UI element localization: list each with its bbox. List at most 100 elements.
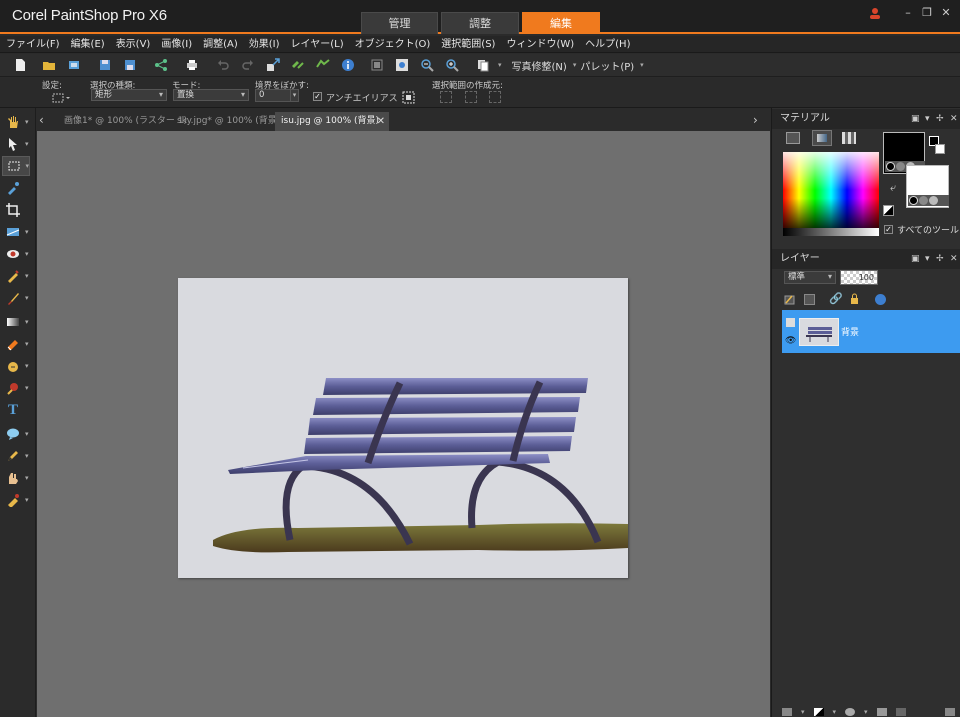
palette-menu[interactable]: パレット(P) [580, 58, 634, 73]
close-materials-icon[interactable]: ✕ [950, 109, 958, 129]
adjustment-dropdown-icon[interactable]: ▾ [833, 708, 837, 716]
select-all-icon[interactable] [402, 91, 415, 104]
pan-tool[interactable]: ▾ [2, 112, 30, 132]
copy-icon[interactable] [473, 56, 493, 74]
layer-properties-icon[interactable] [945, 707, 955, 716]
mask-layer-icon[interactable] [845, 707, 856, 716]
mini-bg-swatch[interactable] [935, 144, 945, 154]
delete-layer-icon[interactable] [895, 707, 906, 716]
new-raster-layer-icon[interactable] [784, 294, 796, 305]
canvas-image-bench[interactable] [178, 278, 628, 578]
pen-tool[interactable]: ▾ [2, 446, 30, 466]
menu-edit[interactable]: 編集(E) [65, 36, 110, 53]
restore-icon[interactable]: ❐ [919, 6, 935, 20]
zoom-out-icon[interactable] [417, 56, 437, 74]
new-file-icon[interactable] [10, 56, 30, 74]
menu-image[interactable]: 画像(I) [155, 36, 197, 53]
tab-scroll-left-icon[interactable]: ‹ [39, 113, 51, 127]
selection-type-dropdown[interactable]: 矩形 [91, 89, 167, 101]
tab-scroll-right-icon[interactable]: › [753, 113, 765, 127]
adjustment-layer-icon[interactable] [813, 707, 824, 716]
rainbow-tab-icon[interactable] [812, 130, 832, 146]
from-channel-icon[interactable] [465, 91, 477, 103]
eraser-tool[interactable]: ▾ [2, 334, 30, 354]
paintbrush-tool[interactable]: ▾ [2, 288, 30, 308]
duplicate-layer-icon[interactable] [876, 707, 887, 716]
all-tools-checkbox[interactable]: ✓ [884, 225, 893, 234]
link-icon[interactable]: 🔗 [829, 292, 843, 305]
layer-row-background[interactable]: 👁 背景 [782, 310, 960, 353]
panel-dropdown-icon[interactable]: ▾ [925, 109, 930, 129]
menu-window[interactable]: ウィンドウ(W) [500, 36, 579, 53]
feather-input[interactable]: 0 ▾ [255, 89, 299, 102]
fit-window-icon[interactable] [392, 56, 412, 74]
doc-tab-isu[interactable]: isu.jpg @ 100% (背景) ✕ [275, 112, 389, 131]
print-icon[interactable] [182, 56, 202, 74]
blend-mode-dropdown[interactable]: 標準 [784, 271, 836, 284]
user-icon[interactable] [868, 6, 882, 20]
clone-tool[interactable]: ▾ [2, 356, 30, 376]
tab-adjust[interactable]: 調整 [441, 12, 519, 34]
minimize-icon[interactable]: – [900, 6, 916, 20]
makeover-tool[interactable]: ▾ [2, 266, 30, 286]
undo-icon[interactable] [213, 56, 233, 74]
swap-colors-icon[interactable]: ⤶ [890, 181, 896, 195]
selection-tool[interactable]: ▾ [2, 156, 30, 176]
one-step-fix-icon[interactable] [288, 56, 308, 74]
photo-fix-menu[interactable]: 写真修整(N) [512, 58, 567, 73]
panel-menu-icon[interactable]: ▣ [911, 109, 920, 129]
new-layer-dropdown-icon[interactable]: ▾ [801, 708, 805, 716]
share-icon[interactable] [151, 56, 171, 74]
layers-dropdown-icon[interactable]: ▾ [925, 249, 930, 269]
smudge-tool[interactable]: ▾ [2, 468, 30, 488]
shape-tool[interactable]: ▾ [2, 424, 30, 444]
layer-expand-icon[interactable] [786, 318, 795, 327]
antialias-checkbox[interactable]: ✓ [313, 92, 322, 101]
save-as-icon[interactable] [120, 56, 140, 74]
menu-view[interactable]: 表示(V) [110, 36, 156, 53]
doc-tab-sky[interactable]: sky.jpg* @ 100% (背景) [171, 112, 286, 131]
background-swatch[interactable] [906, 165, 949, 208]
layers-pin-icon[interactable]: ✢ [936, 249, 944, 269]
close-layers-icon[interactable]: ✕ [950, 249, 958, 269]
redeye-tool[interactable]: ▾ [2, 244, 30, 264]
new-mask-icon[interactable] [804, 294, 815, 305]
layers-menu-icon[interactable]: ▣ [911, 249, 920, 269]
preset-selector-icon[interactable] [52, 92, 72, 104]
menu-effects[interactable]: 効果(I) [243, 36, 285, 53]
crop-tool[interactable] [2, 200, 30, 220]
full-screen-icon[interactable] [367, 56, 387, 74]
layer-styles-icon[interactable] [875, 294, 886, 305]
lock-icon[interactable] [850, 293, 859, 304]
from-mask-icon[interactable] [489, 91, 501, 103]
browse-icon[interactable] [64, 56, 84, 74]
gradient-tool[interactable]: ▾ [2, 312, 30, 332]
copy-dropdown-icon[interactable]: ▾ [498, 61, 502, 69]
smart-fix-icon[interactable] [313, 56, 333, 74]
mask-dropdown-icon[interactable]: ▾ [864, 708, 868, 716]
menu-selections[interactable]: 選択範囲(S) [435, 36, 500, 53]
palette-dropdown-icon[interactable]: ▾ [640, 61, 644, 69]
feather-spinner-icon[interactable]: ▾ [290, 90, 298, 101]
new-layer-icon[interactable] [782, 707, 792, 716]
tab-manage[interactable]: 管理 [361, 12, 438, 34]
photo-fix-dropdown-icon[interactable]: ▾ [573, 61, 577, 69]
menu-file[interactable]: ファイル(F) [0, 36, 65, 53]
dodge-tool[interactable]: ▾ [2, 378, 30, 398]
transparent-toggle-icon[interactable] [883, 205, 894, 216]
text-tool[interactable]: T [2, 400, 30, 420]
save-icon[interactable] [95, 56, 115, 74]
resize-icon[interactable] [263, 56, 283, 74]
visibility-eye-icon[interactable]: 👁 [785, 336, 796, 346]
open-folder-icon[interactable] [39, 56, 59, 74]
menu-adjust[interactable]: 調整(A) [197, 36, 243, 53]
tab-edit[interactable]: 編集 [522, 12, 600, 34]
zoom-in-icon[interactable] [442, 56, 462, 74]
redo-icon[interactable] [238, 56, 258, 74]
color-picker-spectrum[interactable] [783, 152, 879, 236]
info-icon[interactable] [338, 56, 358, 74]
picture-tube-tool[interactable]: ▾ [2, 490, 30, 510]
straighten-tool[interactable]: ▾ [2, 222, 30, 242]
frame-tab-icon[interactable] [786, 132, 800, 144]
dropper-tool[interactable] [2, 178, 30, 198]
